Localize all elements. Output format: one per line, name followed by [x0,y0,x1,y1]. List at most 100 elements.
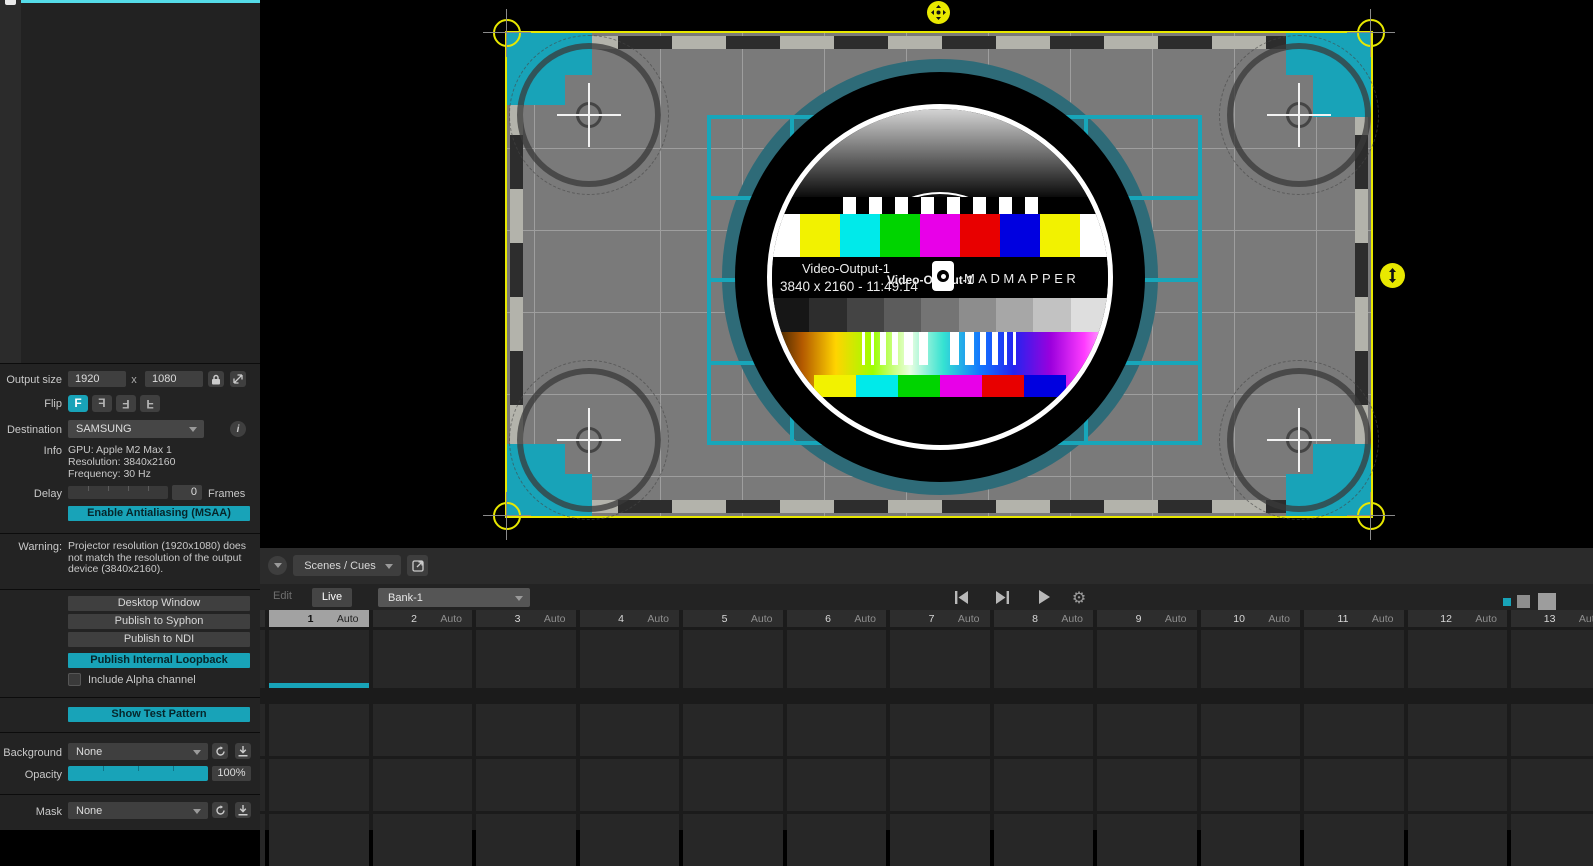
cue-cell[interactable] [994,814,1094,866]
cell-size-medium-button[interactable] [1517,595,1530,608]
cue-cell[interactable] [476,759,576,811]
flip-horizontal-button[interactable]: F [92,395,112,412]
cue-column-header[interactable]: 12Auto [1408,610,1508,627]
cue-cell[interactable] [1097,704,1197,756]
cue-column-header[interactable]: 3Auto [476,610,576,627]
cue-cell[interactable] [787,759,887,811]
flip-both-button[interactable]: F [116,395,136,412]
cue-cell[interactable] [1304,814,1404,866]
alpha-channel-checkbox[interactable] [68,673,81,686]
cue-cell[interactable] [1304,704,1404,756]
cue-column-header[interactable]: 1Auto [269,610,369,627]
cue-cell[interactable] [373,704,473,756]
cue-cell[interactable] [890,759,990,811]
delay-slider[interactable] [68,486,168,499]
cue-cell[interactable] [994,704,1094,756]
cue-cell[interactable] [787,630,887,688]
mapped-surface[interactable]: Video-Output-1 3840 x 2160 - 11:49:14 Vi… [505,31,1373,518]
cue-cell[interactable] [683,814,783,866]
skip-start-button[interactable] [953,588,971,606]
corner-handle-topleft[interactable] [493,19,521,47]
cue-cell[interactable] [1511,814,1593,866]
delay-value-input[interactable]: 0 [172,485,202,500]
cue-cell[interactable] [476,814,576,866]
corner-handle-bottomleft[interactable] [493,502,521,530]
publish-syphon-button[interactable]: Publish to Syphon [68,614,250,629]
cue-cell[interactable] [683,704,783,756]
cue-column-header[interactable]: 6Auto [787,610,887,627]
cue-cell[interactable] [373,630,473,688]
popout-panel-button[interactable] [407,555,428,576]
cue-cell[interactable] [890,814,990,866]
cue-column-header[interactable]: 8Auto [994,610,1094,627]
cue-cell[interactable] [683,759,783,811]
cue-cell[interactable] [476,630,576,688]
scale-handle[interactable] [1380,263,1405,288]
cue-cell[interactable] [890,704,990,756]
cue-cell[interactable] [373,759,473,811]
destination-select[interactable]: SAMSUNG [68,420,204,438]
cue-cell[interactable] [373,814,473,866]
opacity-slider[interactable] [68,766,208,781]
destination-info-button[interactable]: i [230,421,246,437]
desktop-window-button[interactable]: Desktop Window [68,596,250,611]
output-tab-panel[interactable] [21,0,260,363]
cue-cell[interactable] [1097,630,1197,688]
output-height-input[interactable]: 1080 [145,371,203,387]
collapse-panel-button[interactable] [268,556,287,575]
cue-column-header[interactable]: 7Auto [890,610,990,627]
flip-none-button[interactable]: F [68,395,88,412]
cue-cell[interactable] [994,759,1094,811]
output-preview-canvas[interactable]: Video-Output-1 3840 x 2160 - 11:49:14 Vi… [260,0,1593,546]
cue-column-header[interactable]: 11Auto [1304,610,1404,627]
enable-antialiasing-button[interactable]: Enable Antialiasing (MSAA) [68,506,250,521]
cue-cell[interactable] [1511,704,1593,756]
cue-cell[interactable] [476,704,576,756]
cue-cell[interactable] [787,814,887,866]
cue-cell[interactable] [1201,814,1301,866]
cue-cell[interactable] [580,814,680,866]
cue-cell[interactable] [269,759,369,811]
cue-cell[interactable] [1511,630,1593,688]
cue-cell[interactable] [787,704,887,756]
cue-cell[interactable] [1511,759,1593,811]
play-button[interactable] [1035,588,1053,606]
cue-cell[interactable] [580,704,680,756]
cell-size-small-button[interactable] [1503,598,1511,606]
cue-cell[interactable] [890,630,990,688]
move-handle[interactable] [927,1,950,24]
background-import-button[interactable] [235,743,251,759]
cue-cell[interactable] [1408,704,1508,756]
cue-cell[interactable] [1201,704,1301,756]
lock-aspect-button[interactable] [208,371,224,387]
output-width-input[interactable]: 1920 [68,371,126,387]
cue-cell[interactable] [1408,814,1508,866]
publish-loopback-button[interactable]: Publish Internal Loopback [68,653,250,668]
cue-cell[interactable] [1201,630,1301,688]
cue-cell[interactable] [580,630,680,688]
panel-mode-select[interactable]: Scenes / Cues [293,555,401,576]
cue-cell[interactable] [580,759,680,811]
background-reload-button[interactable] [212,743,228,759]
cue-column-header[interactable]: 4Auto [580,610,680,627]
publish-ndi-button[interactable]: Publish to NDI [68,632,250,647]
live-mode-toggle[interactable]: Live [312,588,352,607]
cue-cell[interactable] [994,630,1094,688]
background-select[interactable]: None [68,743,208,760]
cue-cell[interactable] [1201,759,1301,811]
cue-cell[interactable] [269,814,369,866]
cue-cell[interactable] [1408,630,1508,688]
cue-cell[interactable] [1304,759,1404,811]
cue-cell[interactable] [1304,630,1404,688]
mask-select[interactable]: None [68,802,208,819]
cue-cell[interactable] [269,630,369,688]
edit-mode-toggle[interactable]: Edit [273,590,292,602]
skip-end-button[interactable] [993,588,1011,606]
cue-cell[interactable] [683,630,783,688]
cue-column-header[interactable]: 10Auto [1201,610,1301,627]
cue-cell[interactable] [1408,759,1508,811]
cue-column-header[interactable]: 9Auto [1097,610,1197,627]
cue-cell[interactable] [269,704,369,756]
mask-import-button[interactable] [235,802,251,818]
cell-size-large-button[interactable] [1538,593,1556,611]
